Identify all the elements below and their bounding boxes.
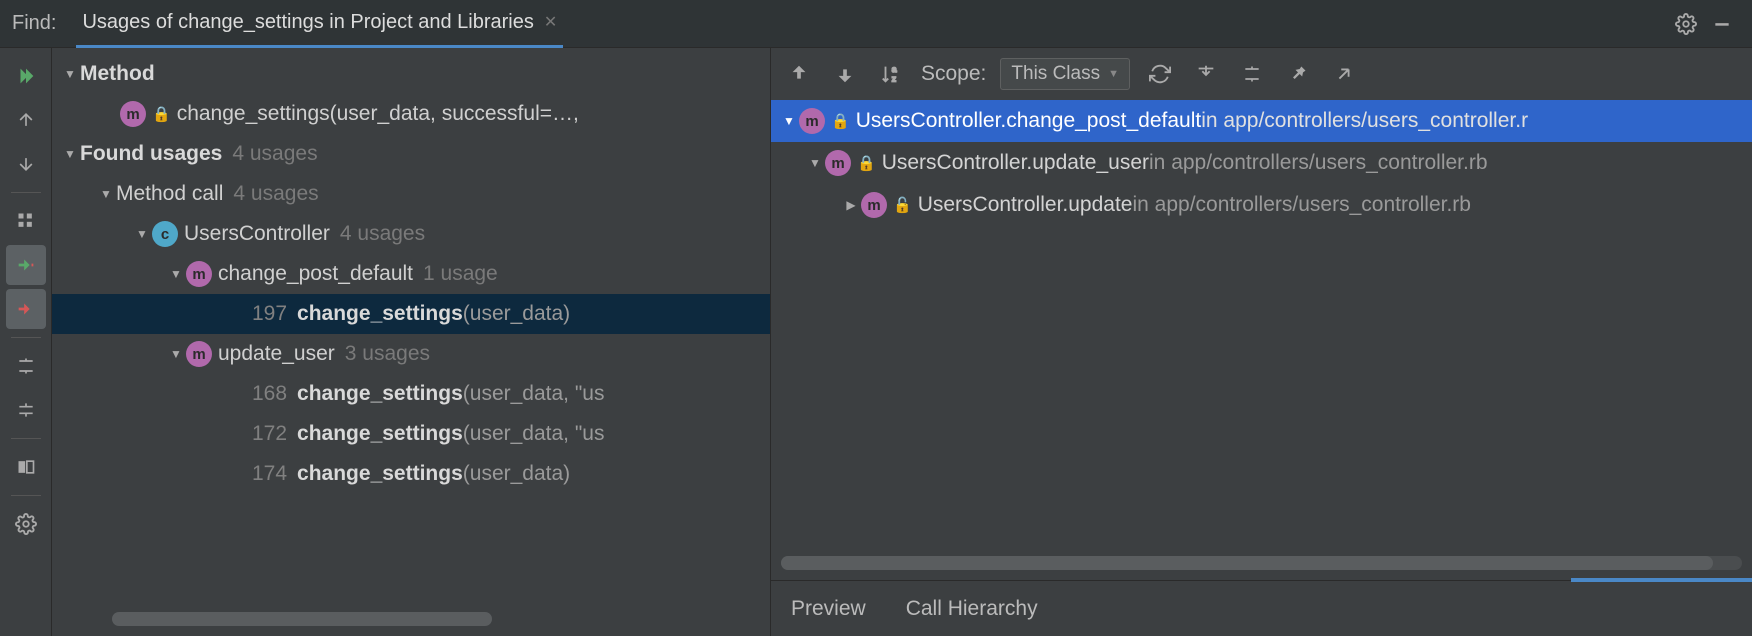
chevron-down-icon[interactable]: ▼ [166, 267, 186, 281]
preview-toggle-button[interactable] [6, 447, 46, 487]
pin-button[interactable] [1282, 58, 1314, 90]
method-icon: m [799, 108, 825, 134]
find-label: Find: [12, 12, 56, 35]
method-icon: m [186, 261, 212, 287]
unlock-icon: 🔓 [893, 196, 912, 214]
refresh-button[interactable] [1144, 58, 1176, 90]
expand-all-button[interactable] [6, 346, 46, 386]
tree-usage-row[interactable]: 174 change_settings(user_data) [52, 454, 770, 494]
settings-button[interactable] [6, 504, 46, 544]
tree-usage-row[interactable]: 172 change_settings(user_data, "us [52, 414, 770, 454]
tree-usage-row[interactable]: 168 change_settings(user_data, "us [52, 374, 770, 414]
scope-label: Scope: [921, 62, 986, 86]
chevron-down-icon[interactable]: ▼ [132, 227, 152, 241]
class-icon: c [152, 221, 178, 247]
up-arrow-button[interactable] [6, 100, 46, 140]
tree-usage-row[interactable]: 197 change_settings(user_data) [52, 294, 770, 334]
usages-tree-panel: ▼ Method m 🔒 change_settings(user_data, … [52, 48, 770, 636]
chevron-down-icon[interactable]: ▼ [805, 156, 825, 170]
scope-dropdown[interactable]: This Class ▼ [1000, 58, 1130, 90]
lock-icon: 🔒 [152, 105, 171, 123]
horizontal-scrollbar[interactable] [781, 556, 1742, 570]
close-icon[interactable]: ✕ [544, 12, 557, 32]
left-toolbar [0, 48, 52, 636]
sort-alpha-button[interactable]: az [875, 58, 907, 90]
gear-icon[interactable] [1668, 6, 1704, 42]
tab-call-hierarchy[interactable]: Call Hierarchy [906, 597, 1038, 621]
svg-text:z: z [892, 74, 896, 83]
hierarchy-row[interactable]: ▶ m 🔓 UsersController.update in app/cont… [771, 184, 1752, 226]
diff-next-button[interactable] [6, 289, 46, 329]
hierarchy-toolbar: az Scope: This Class ▼ [771, 48, 1752, 100]
method-icon: m [825, 150, 851, 176]
tree-node-method[interactable]: ▼ Method [52, 54, 770, 94]
tree-node-update-user[interactable]: ▼ m update_user 3 usages [52, 334, 770, 374]
rerun-button[interactable] [6, 56, 46, 96]
call-hierarchy-panel: az Scope: This Class ▼ [770, 48, 1752, 636]
minimize-icon[interactable] [1704, 6, 1740, 42]
tree-node-change-post-default[interactable]: ▼ m change_post_default 1 usage [52, 254, 770, 294]
find-header: Find: Usages of change_settings in Proje… [0, 0, 1752, 48]
tree-node-method-sig[interactable]: m 🔒 change_settings(user_data, successfu… [52, 94, 770, 134]
chevron-down-icon[interactable]: ▼ [60, 147, 80, 161]
lock-icon: 🔒 [857, 154, 876, 172]
tree-node-found-usages[interactable]: ▼ Found usages 4 usages [52, 134, 770, 174]
chevron-down-icon: ▼ [1108, 68, 1119, 80]
autoscroll-button[interactable] [1190, 58, 1222, 90]
scrollbar-thumb[interactable] [781, 556, 1713, 570]
expand-all-button[interactable] [1236, 58, 1268, 90]
diff-prev-button[interactable] [6, 245, 46, 285]
method-icon: m [186, 341, 212, 367]
chevron-down-icon[interactable]: ▼ [166, 347, 186, 361]
caller-hierarchy-button[interactable] [783, 58, 815, 90]
svg-text:a: a [892, 65, 897, 74]
method-icon: m [120, 101, 146, 127]
tab-preview[interactable]: Preview [791, 597, 866, 621]
chevron-down-icon[interactable]: ▼ [779, 114, 799, 128]
find-tab[interactable]: Usages of change_settings in Project and… [76, 0, 563, 48]
group-by-button[interactable] [6, 201, 46, 241]
lock-icon: 🔒 [831, 112, 850, 130]
chevron-down-icon[interactable]: ▼ [60, 67, 80, 81]
find-tab-title: Usages of change_settings in Project and… [82, 11, 533, 34]
tree-node-method-call[interactable]: ▼ Method call 4 usages [52, 174, 770, 214]
export-button[interactable] [1328, 58, 1360, 90]
chevron-right-icon[interactable]: ▶ [841, 198, 861, 212]
hierarchy-row[interactable]: ▼ m 🔒 UsersController.change_post_defaul… [771, 100, 1752, 142]
method-icon: m [861, 192, 887, 218]
callee-hierarchy-button[interactable] [829, 58, 861, 90]
hierarchy-row[interactable]: ▼ m 🔒 UsersController.update_user in app… [771, 142, 1752, 184]
tree-node-controller[interactable]: ▼ c UsersController 4 usages [52, 214, 770, 254]
right-tab-bar: Preview Call Hierarchy [771, 580, 1752, 636]
collapse-all-button[interactable] [6, 390, 46, 430]
horizontal-scrollbar[interactable] [112, 612, 492, 626]
chevron-down-icon[interactable]: ▼ [96, 187, 116, 201]
hierarchy-tree: ▼ m 🔒 UsersController.change_post_defaul… [771, 100, 1752, 580]
down-arrow-button[interactable] [6, 144, 46, 184]
